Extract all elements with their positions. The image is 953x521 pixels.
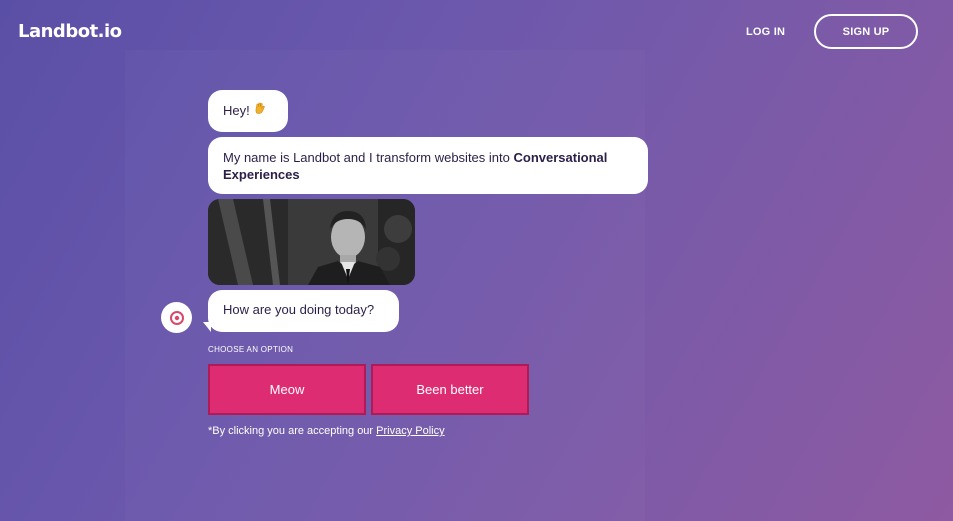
- greeting-text: Hey!: [223, 103, 250, 118]
- disclaimer-text: *By clicking you are accepting our: [208, 425, 377, 437]
- background-panel: [125, 50, 645, 521]
- greeting-bubble: Hey!: [208, 90, 288, 132]
- bot-avatar: [161, 302, 192, 333]
- privacy-policy-link[interactable]: Privacy Policy: [376, 425, 444, 437]
- intro-bubble: My name is Landbot and I transform websi…: [208, 137, 648, 194]
- question-text: How are you doing today?: [223, 302, 375, 317]
- option-meow-button[interactable]: Meow: [208, 364, 366, 415]
- signup-button[interactable]: SIGN UP: [814, 14, 918, 49]
- option-been-better-button[interactable]: Been better: [371, 364, 529, 415]
- waving-hand-icon: [253, 101, 267, 119]
- landbot-logo[interactable]: Landbot.io: [18, 21, 122, 42]
- login-link[interactable]: LOG IN: [746, 26, 785, 38]
- choose-option-label: CHOOSE AN OPTION: [208, 345, 294, 354]
- intro-text: My name is Landbot and I transform websi…: [223, 150, 514, 165]
- chat-gif-image: [208, 199, 415, 285]
- privacy-disclaimer: *By clicking you are accepting our Priva…: [208, 425, 445, 437]
- question-bubble: How are you doing today?: [208, 290, 399, 332]
- bot-avatar-icon: [169, 310, 184, 325]
